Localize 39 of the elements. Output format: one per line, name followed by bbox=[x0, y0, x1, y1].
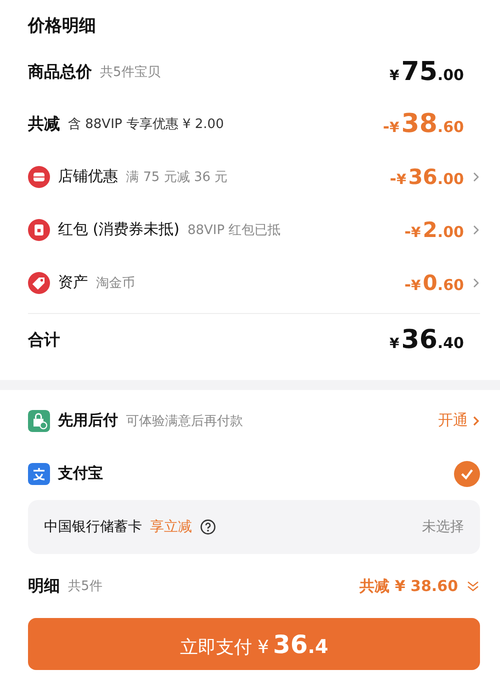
row-label: 商品总价 bbox=[28, 62, 92, 82]
chevron-right-icon[interactable] bbox=[472, 170, 480, 182]
chevron-right-icon[interactable] bbox=[472, 224, 480, 236]
row-label: 先用后付 bbox=[58, 411, 118, 430]
price: -¥38.60 bbox=[382, 109, 464, 139]
row-label: 红包 (消费券未抵) bbox=[58, 220, 180, 239]
activate-link[interactable]: 开通 bbox=[438, 411, 480, 430]
row-note: 满 75 元减 36 元 bbox=[126, 168, 228, 186]
help-icon[interactable] bbox=[200, 519, 216, 535]
bag-icon bbox=[28, 410, 50, 432]
row-label: 资产 bbox=[58, 273, 88, 292]
double-chevron-down-icon[interactable] bbox=[466, 579, 480, 593]
pay-button[interactable]: 立即支付 ¥ 36.4 bbox=[28, 618, 480, 670]
row-note: 可体验满意后再付款 bbox=[126, 412, 243, 430]
price: ¥36.40 bbox=[389, 325, 464, 355]
shop-icon bbox=[28, 166, 50, 188]
envelope-icon bbox=[28, 218, 50, 240]
price: ¥75.00 bbox=[389, 57, 464, 87]
radio-button[interactable] bbox=[454, 460, 480, 486]
bank-card-option[interactable]: 中国银行储蓄卡 享立减 未选择 bbox=[28, 500, 480, 554]
row-label: 共减 bbox=[28, 114, 60, 134]
row-label: 明细 bbox=[28, 576, 60, 596]
tag-icon bbox=[28, 272, 50, 294]
price: -¥36.00 bbox=[390, 164, 464, 188]
price: -¥2.00 bbox=[404, 218, 464, 242]
row-label: 合计 bbox=[28, 330, 60, 350]
row-note: 含 88VIP 专享优惠 ¥ 2.00 bbox=[68, 116, 224, 133]
row-label: 支付宝 bbox=[58, 464, 103, 483]
chevron-right-icon[interactable] bbox=[472, 276, 480, 288]
section-title: 价格明细 bbox=[28, 14, 97, 38]
row-note: 共5件宝贝 bbox=[100, 64, 160, 81]
row-note: 88VIP 红包已抵 bbox=[187, 222, 281, 238]
row-note: 共5件 bbox=[68, 578, 102, 595]
row-label: 店铺优惠 bbox=[58, 167, 118, 186]
alipay-icon bbox=[28, 462, 50, 484]
row-note: 淘金币 bbox=[96, 274, 135, 292]
price: -¥0.60 bbox=[404, 270, 464, 294]
saving-total: 共减 ¥ 38.60 bbox=[360, 576, 458, 596]
chevron-right-icon[interactable] bbox=[472, 414, 480, 426]
